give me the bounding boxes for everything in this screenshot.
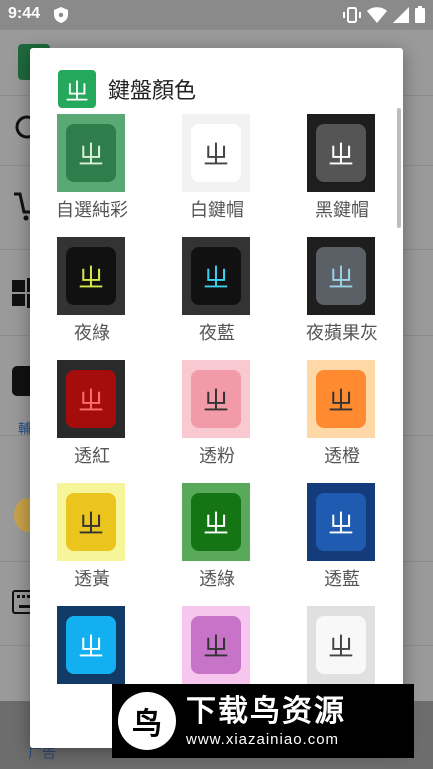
color-option-label: 夜綠 — [74, 323, 110, 343]
key-preview: ㄓ — [191, 616, 241, 674]
color-option[interactable]: ㄓ自選純彩 — [30, 114, 154, 237]
dialog-header: ㄓ 鍵盤顏色 — [58, 70, 196, 108]
color-option[interactable]: ㄓ白鍵帽 — [155, 114, 279, 237]
color-swatch: ㄓ — [182, 360, 250, 438]
signal-icon — [393, 6, 409, 23]
color-option-label: 透橙 — [324, 446, 360, 466]
app-icon: ㄓ — [58, 70, 96, 108]
color-swatch: ㄓ — [182, 114, 250, 192]
status-icons — [343, 6, 425, 23]
key-preview: ㄓ — [66, 493, 116, 551]
color-swatch: ㄓ — [182, 483, 250, 561]
color-swatch: ㄓ — [57, 360, 125, 438]
key-preview: ㄓ — [191, 124, 241, 182]
color-option-label: 夜蘋果灰 — [306, 323, 378, 343]
battery-icon — [415, 6, 425, 23]
color-swatch: ㄓ — [182, 606, 250, 684]
color-option[interactable]: ㄓ透粉 — [155, 360, 279, 483]
key-preview: ㄓ — [316, 247, 366, 305]
color-option-label: 自選純彩 — [56, 200, 128, 220]
key-preview: ㄓ — [316, 493, 366, 551]
color-option-label: 夜藍 — [199, 323, 235, 343]
color-swatch: ㄓ — [57, 606, 125, 684]
wifi-icon — [367, 6, 387, 23]
color-swatch: ㄓ — [182, 237, 250, 315]
watermark-title: 下载鸟资源 — [186, 694, 346, 728]
color-option-label: 透粉 — [199, 446, 235, 466]
keyboard-color-dialog: ㄓ 鍵盤顏色 ㄓ自選純彩ㄓ白鍵帽ㄓ黑鍵帽ㄓ夜綠ㄓ夜藍ㄓ夜蘋果灰ㄓ透紅ㄓ透粉ㄓ透橙… — [30, 48, 403, 748]
color-option[interactable]: ㄓ透橙 — [280, 360, 403, 483]
color-option-label: 黑鍵帽 — [315, 200, 369, 220]
color-swatch: ㄓ — [307, 114, 375, 192]
color-option-label: 透黃 — [74, 569, 110, 589]
color-swatch: ㄓ — [57, 114, 125, 192]
key-preview: ㄓ — [191, 493, 241, 551]
key-preview: ㄓ — [66, 247, 116, 305]
color-option[interactable]: ㄓ黑鍵帽 — [280, 114, 403, 237]
key-preview: ㄓ — [316, 124, 366, 182]
status-bar: 9:44 — [0, 0, 433, 30]
key-preview: ㄓ — [316, 616, 366, 674]
color-swatch: ㄓ — [307, 360, 375, 438]
color-option-label: 白鍵帽 — [190, 200, 244, 220]
color-swatch: ㄓ — [57, 237, 125, 315]
vibrate-icon — [343, 6, 361, 23]
color-option[interactable]: ㄓ透藍 — [280, 483, 403, 606]
key-preview: ㄓ — [66, 616, 116, 674]
watermark-url: www.xiazainiao.com — [186, 730, 340, 748]
dialog-title: 鍵盤顏色 — [108, 78, 197, 103]
watermark-banner: 鸟 下载鸟资源 www.xiazainiao.com — [112, 684, 414, 758]
key-preview: ㄓ — [191, 370, 241, 428]
color-option[interactable]: ㄓ夜綠 — [30, 237, 154, 360]
watermark-text: 下载鸟资源 www.xiazainiao.com — [186, 695, 346, 748]
watermark-logo: 鸟 — [118, 692, 176, 750]
color-swatch: ㄓ — [57, 483, 125, 561]
color-swatch: ㄓ — [307, 606, 375, 684]
color-swatch: ㄓ — [307, 237, 375, 315]
key-preview: ㄓ — [66, 370, 116, 428]
color-option[interactable]: ㄓ透黃 — [30, 483, 154, 606]
shield-icon — [54, 7, 68, 23]
color-option[interactable]: ㄓ夜蘋果灰 — [280, 237, 403, 360]
color-option[interactable]: ㄓ夜藍 — [155, 237, 279, 360]
color-swatch: ㄓ — [307, 483, 375, 561]
color-option-label: 透紅 — [74, 446, 110, 466]
color-option-label: 透綠 — [199, 569, 235, 589]
color-option-label: 透藍 — [324, 569, 360, 589]
color-option[interactable]: ㄓ透綠 — [155, 483, 279, 606]
color-option[interactable]: ㄓ透紅 — [30, 360, 154, 483]
status-time: 9:44 — [8, 5, 41, 22]
key-preview: ㄓ — [316, 370, 366, 428]
key-preview: ㄓ — [191, 247, 241, 305]
key-preview: ㄓ — [66, 124, 116, 182]
